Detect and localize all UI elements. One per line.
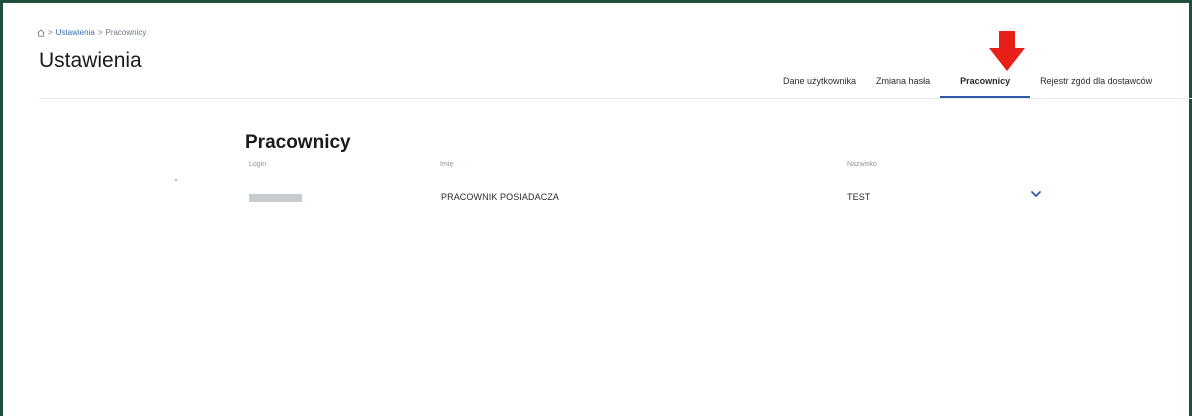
page-title: Ustawienia	[39, 49, 142, 72]
breadcrumb-separator: >	[97, 28, 103, 37]
breadcrumb: > Ustawienia > Pracownicy	[37, 28, 146, 37]
column-header-first-name: Imię	[440, 161, 454, 168]
tab-change-password[interactable]: Zmiana hasła	[866, 67, 940, 98]
home-icon[interactable]	[37, 28, 45, 37]
tab-employees[interactable]: Pracownicy	[940, 67, 1031, 98]
app-frame: > Ustawienia > Pracownicy Ustawienia Dan…	[0, 0, 1192, 416]
chevron-down-icon[interactable]	[1029, 188, 1043, 200]
last-name-value: TEST	[847, 192, 871, 202]
header-divider	[39, 98, 1192, 99]
section-title: Pracownicy	[245, 132, 351, 153]
breadcrumb-item-settings[interactable]: Ustawienia	[56, 28, 95, 37]
red-arrow-down-icon	[989, 31, 1025, 71]
breadcrumb-separator: >	[48, 28, 53, 37]
settings-tabs: Dane użytkownika Zmiana hasła Pracownicy…	[773, 67, 1162, 98]
login-value-redacted	[249, 194, 302, 202]
first-name-value: PRACOWNIK POSIADACZA	[441, 192, 560, 202]
column-header-login: Login	[249, 161, 267, 168]
column-header-last-name: Nazwisko	[847, 161, 877, 168]
tab-supplier-consent-register[interactable]: Rejestr zgód dla dostawców	[1030, 67, 1162, 98]
tab-user-data[interactable]: Dane użytkownika	[773, 67, 866, 98]
breadcrumb-item-employees: Pracownicy	[105, 28, 147, 37]
decorative-dot	[175, 179, 177, 181]
